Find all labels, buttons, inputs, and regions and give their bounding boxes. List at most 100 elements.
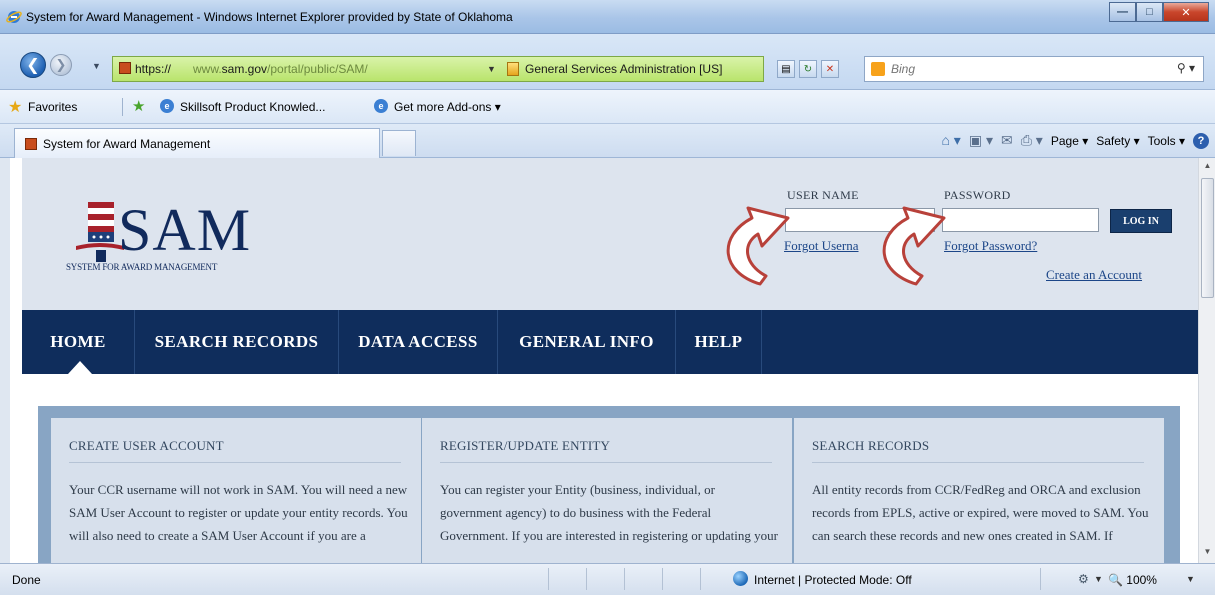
- safety-menu[interactable]: Safety ▾: [1096, 134, 1139, 148]
- site-favicon-icon: [119, 62, 131, 74]
- add-to-favorites-bar-icon[interactable]: ★: [132, 97, 145, 115]
- new-tab-button[interactable]: [382, 130, 416, 156]
- annotation-arrow-icon: [726, 206, 790, 286]
- status-separator: [548, 568, 549, 590]
- popup-settings-icon[interactable]: ⚙: [1078, 572, 1089, 586]
- tab-label: System for Award Management: [43, 137, 211, 151]
- annotation-arrow-icon: [882, 206, 946, 286]
- search-icon[interactable]: ⚲ ▾: [1177, 61, 1195, 75]
- active-nav-indicator: [68, 361, 92, 374]
- bing-logo-icon: [871, 62, 885, 76]
- minimize-button[interactable]: —: [1109, 2, 1136, 22]
- zoom-value: 100%: [1126, 573, 1157, 587]
- status-separator: [586, 568, 587, 590]
- logo-wordmark: SAM: [118, 197, 252, 263]
- compatibility-view-icon[interactable]: ▤: [777, 60, 795, 78]
- url-text[interactable]: www.sam.gov/portal/public/SAM/: [193, 62, 368, 76]
- url-path: /portal/public/SAM/: [267, 62, 368, 76]
- ie-page-icon: e: [374, 99, 388, 113]
- status-separator: [624, 568, 625, 590]
- card-title[interactable]: SEARCH RECORDS: [812, 438, 929, 454]
- url-prefix: www.: [193, 62, 222, 76]
- card-search-records: SEARCH RECORDS All entity records from C…: [794, 418, 1164, 563]
- favorites-star-icon[interactable]: ★: [8, 97, 22, 117]
- card-body: You can register your Entity (business, …: [440, 482, 778, 543]
- security-lock-icon[interactable]: [507, 62, 519, 76]
- favorites-button[interactable]: Favorites: [28, 100, 77, 114]
- card-divider: [69, 462, 401, 463]
- zoom-dropdown-icon[interactable]: ▼: [1186, 574, 1195, 584]
- status-text: Done: [12, 573, 41, 587]
- forgot-password-link[interactable]: Forgot Password?: [944, 238, 1037, 254]
- nav-search-records[interactable]: SEARCH RECORDS: [135, 310, 339, 374]
- url-domain: sam.gov: [221, 62, 268, 76]
- window-left-edge: [0, 158, 10, 563]
- help-icon[interactable]: ?: [1193, 132, 1209, 149]
- password-input[interactable]: [942, 208, 1099, 232]
- nav-data-access[interactable]: DATA ACCESS: [339, 310, 498, 374]
- status-separator: [662, 568, 663, 590]
- address-toolbar: ❮ ❯ ▼ https:// www.sam.gov/portal/public…: [0, 34, 1215, 90]
- tab-sam[interactable]: System for Award Management: [14, 128, 380, 158]
- card-divider: [440, 462, 772, 463]
- refresh-icon[interactable]: ↻: [799, 60, 817, 78]
- internet-zone-globe-icon: [733, 571, 748, 586]
- popup-dropdown-icon[interactable]: ▼: [1094, 574, 1103, 584]
- favorites-bar: ★ Favorites ★ e Skillsoft Product Knowle…: [0, 90, 1215, 124]
- maximize-button[interactable]: □: [1136, 2, 1163, 22]
- status-separator: [700, 568, 701, 590]
- window-titlebar: System for Award Management - Windows In…: [0, 0, 1215, 34]
- address-dropdown-icon[interactable]: ▼: [487, 64, 496, 74]
- home-icon[interactable]: ⌂ ▾: [941, 132, 960, 149]
- scrollbar-thumb[interactable]: [1201, 178, 1214, 298]
- site-favicon-icon: [25, 138, 37, 150]
- card-body: All entity records from CCR/FedReg and O…: [812, 482, 1149, 543]
- back-button[interactable]: ❮: [20, 52, 46, 78]
- page-menu[interactable]: Page ▾: [1051, 134, 1088, 148]
- stop-icon[interactable]: ✕: [821, 60, 839, 78]
- card-body: Your CCR username will not work in SAM. …: [69, 482, 408, 543]
- close-button[interactable]: ✕: [1163, 2, 1209, 22]
- command-bar: ⌂ ▾ ▣ ▾ ✉ ⎙ ▾ Page ▾ Safety ▾ Tools ▾ ?: [941, 132, 1209, 149]
- scroll-up-icon[interactable]: ▲: [1201, 161, 1214, 174]
- card-create-user-account: CREATE USER ACCOUNT Your CCR username wi…: [51, 418, 421, 563]
- certificate-label[interactable]: General Services Administration [US]: [525, 62, 722, 76]
- window-title: System for Award Management - Windows In…: [26, 10, 513, 24]
- main-nav: HOME SEARCH RECORDS DATA ACCESS GENERAL …: [22, 310, 1198, 374]
- nav-help[interactable]: HELP: [676, 310, 762, 374]
- card-title[interactable]: CREATE USER ACCOUNT: [69, 438, 224, 454]
- url-protocol: https://: [135, 62, 172, 76]
- nav-general-info[interactable]: GENERAL INFO: [498, 310, 676, 374]
- vertical-scrollbar[interactable]: ▲ ▼: [1198, 158, 1215, 563]
- sam-header: SAM SYSTEM FOR AWARD MANAGEMENT USER NAM…: [22, 158, 1198, 310]
- favorite-link-skillsoft[interactable]: Skillsoft Product Knowled...: [180, 100, 325, 114]
- tab-strip: System for Award Management ⌂ ▾ ▣ ▾ ✉ ⎙ …: [0, 124, 1215, 158]
- favorite-link-addons[interactable]: Get more Add-ons ▾: [394, 100, 501, 114]
- status-separator: [1040, 568, 1041, 590]
- recent-pages-dropdown[interactable]: ▼: [92, 61, 101, 71]
- forward-button[interactable]: ❯: [50, 54, 72, 76]
- card-divider: [812, 462, 1144, 463]
- security-zone-label[interactable]: Internet | Protected Mode: Off: [754, 573, 912, 587]
- create-account-link[interactable]: Create an Account: [1046, 267, 1142, 283]
- search-input[interactable]: [891, 60, 1161, 78]
- card-register-update-entity: REGISTER/UPDATE ENTITY You can register …: [422, 418, 792, 563]
- feeds-icon[interactable]: ▣ ▾: [969, 132, 993, 149]
- card-title[interactable]: REGISTER/UPDATE ENTITY: [440, 438, 610, 454]
- window-controls: — □ ✕: [1109, 2, 1209, 22]
- mail-icon[interactable]: ✉: [1001, 132, 1013, 149]
- scroll-down-icon[interactable]: ▼: [1201, 547, 1214, 560]
- status-bar: Done Internet | Protected Mode: Off ⚙ ▼ …: [0, 563, 1215, 595]
- zoom-level[interactable]: 🔍 100%: [1108, 573, 1157, 587]
- page-viewport: SAM SYSTEM FOR AWARD MANAGEMENT USER NAM…: [10, 158, 1198, 563]
- sam-logo[interactable]: SAM SYSTEM FOR AWARD MANAGEMENT: [66, 198, 286, 278]
- favorites-separator: [122, 98, 123, 116]
- ie-logo-icon: [6, 11, 22, 23]
- ie-page-icon: e: [160, 99, 174, 113]
- tools-menu[interactable]: Tools ▾: [1148, 134, 1185, 148]
- address-bar[interactable]: https:// www.sam.gov/portal/public/SAM/ …: [112, 56, 839, 82]
- logo-tagline: SYSTEM FOR AWARD MANAGEMENT: [66, 262, 218, 272]
- login-button[interactable]: LOG IN: [1110, 209, 1172, 233]
- print-icon[interactable]: ⎙ ▾: [1021, 132, 1043, 149]
- search-box[interactable]: ⚲ ▾: [864, 56, 1204, 82]
